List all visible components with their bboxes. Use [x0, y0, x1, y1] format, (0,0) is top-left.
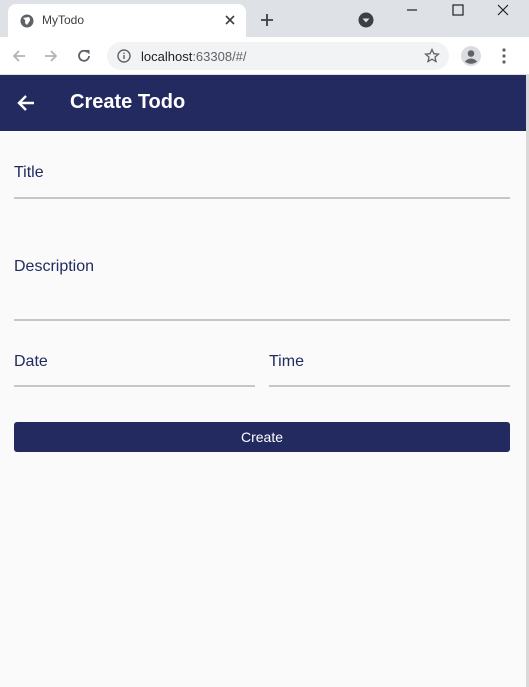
tab-strip: MyTodo [0, 0, 529, 37]
profile-avatar-icon[interactable] [460, 45, 482, 67]
more-menu-icon[interactable] [497, 47, 511, 65]
title-field-label: Title [14, 164, 44, 181]
close-tab-icon[interactable] [222, 12, 238, 28]
close-window-icon[interactable] [495, 2, 511, 18]
date-field[interactable] [14, 385, 255, 387]
globe-icon [20, 14, 34, 28]
new-tab-icon[interactable] [258, 11, 276, 29]
minimize-icon[interactable] [403, 3, 421, 17]
time-field-label: Time [269, 353, 304, 370]
url-path: :63308/#/ [192, 49, 247, 64]
create-button[interactable]: Create [14, 422, 510, 452]
tab-title: MyTodo [42, 13, 85, 27]
browser-window: MyTodo localhost:63308/#/ Create Todo Ti… [0, 0, 529, 687]
create-todo-form: Title Description Date Time Create [0, 131, 526, 687]
url-text: localhost:63308/#/ [141, 49, 247, 64]
description-field[interactable] [14, 319, 510, 321]
title-field[interactable] [14, 197, 510, 199]
bookmark-star-icon[interactable] [424, 48, 440, 64]
description-field-label: Description [14, 258, 95, 275]
page-title: Create Todo [70, 91, 186, 113]
app-bar: Create Todo [0, 75, 526, 131]
browser-toolbar: localhost:63308/#/ [0, 37, 529, 75]
browser-tab[interactable]: MyTodo [8, 4, 246, 37]
url-host: localhost [141, 49, 193, 64]
create-button-label: Create [240, 429, 284, 445]
address-bar[interactable]: localhost:63308/#/ [107, 42, 449, 70]
back-icon[interactable] [10, 47, 28, 65]
forward-icon[interactable] [42, 47, 60, 65]
maximize-icon[interactable] [449, 3, 467, 17]
info-icon[interactable] [117, 49, 131, 63]
arrow-left-icon[interactable] [16, 93, 36, 113]
date-field-label: Date [14, 353, 48, 370]
reload-icon[interactable] [75, 47, 93, 65]
tab-search-icon[interactable] [358, 12, 374, 28]
time-field[interactable] [269, 385, 510, 387]
